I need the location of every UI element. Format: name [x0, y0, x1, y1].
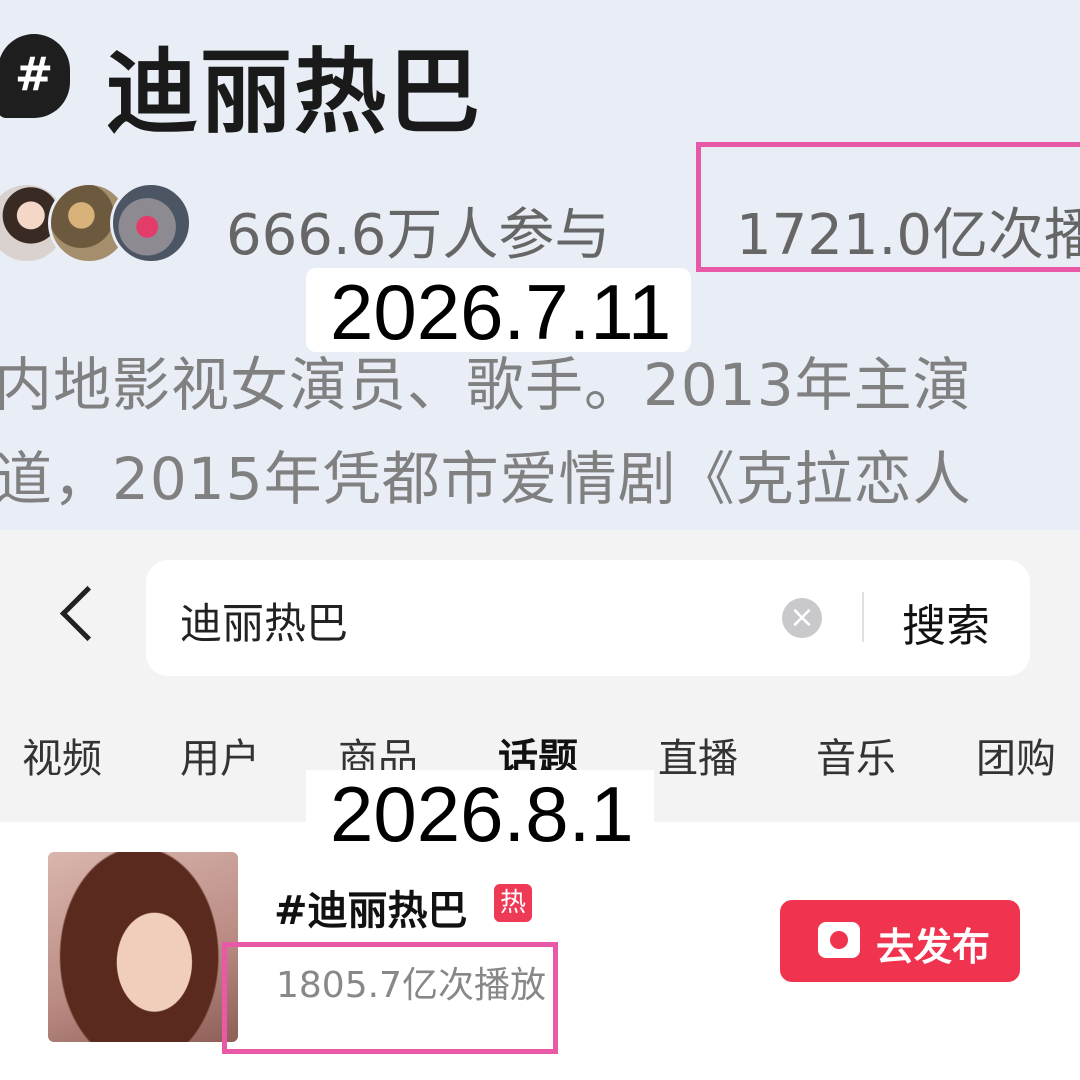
- topic-hash-icon: #: [0, 34, 70, 118]
- topic-page-crop: # 迪丽热巴 666.6万人参与 1721.0亿次播 内地影视女演员、歌手。20…: [0, 0, 1080, 530]
- search-input[interactable]: 迪丽热巴: [180, 590, 348, 651]
- back-icon[interactable]: [56, 580, 106, 650]
- hot-badge: 热: [494, 884, 532, 922]
- publish-label: 去发布: [876, 925, 991, 969]
- date-stamp-top: 2026.7.11: [306, 268, 692, 352]
- topic-result-card[interactable]: #迪丽热巴 热 1805.7亿次播放 去发布: [0, 822, 1080, 1080]
- avatar: [110, 182, 192, 264]
- publish-button[interactable]: 去发布: [780, 900, 1020, 982]
- participant-avatars: [0, 182, 206, 264]
- clear-icon[interactable]: ×: [782, 598, 822, 638]
- highlight-box-plays-bottom: [222, 942, 558, 1054]
- tab-users[interactable]: 用户: [180, 726, 260, 784]
- topic-thumbnail[interactable]: [48, 852, 238, 1042]
- tab-group-buy[interactable]: 团购: [976, 726, 1056, 784]
- result-title[interactable]: #迪丽热巴: [274, 878, 468, 936]
- participants-count: 666.6万人参与: [226, 203, 611, 268]
- tab-video[interactable]: 视频: [22, 726, 102, 784]
- date-stamp-bottom: 2026.8.1: [306, 770, 654, 854]
- topic-title: 迪丽热巴: [106, 39, 483, 146]
- search-bar[interactable]: 迪丽热巴 × 搜索: [146, 560, 1030, 676]
- highlight-box-plays-top: [696, 142, 1080, 272]
- search-divider: [862, 592, 864, 642]
- tab-live[interactable]: 直播: [658, 726, 738, 784]
- camera-icon: [818, 922, 860, 958]
- search-button[interactable]: 搜索: [902, 590, 990, 654]
- tab-music[interactable]: 音乐: [816, 726, 896, 784]
- topic-description-line: 道，2015年凭都市爱情剧《克拉恋人: [0, 445, 972, 513]
